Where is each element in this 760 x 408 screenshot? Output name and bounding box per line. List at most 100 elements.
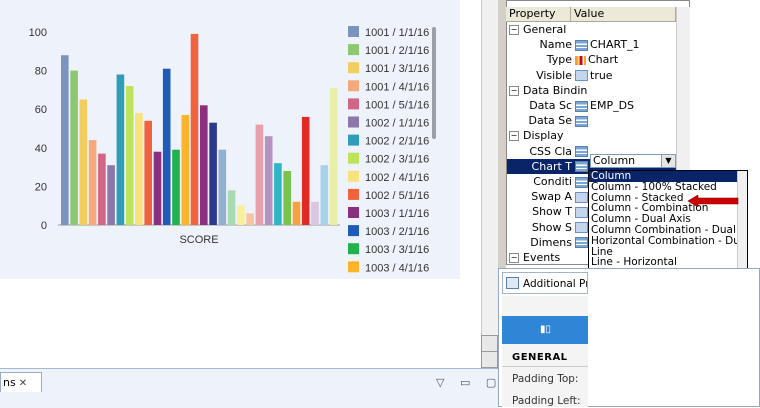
chart-bar[interactable]	[190, 33, 199, 226]
chart-bar[interactable]	[311, 201, 319, 225]
chart-bar[interactable]	[301, 116, 310, 225]
legend-swatch	[348, 26, 359, 37]
collapse-icon[interactable]: −	[509, 131, 519, 142]
chart-bar[interactable]	[135, 113, 143, 225]
chart-bar[interactable]	[329, 88, 338, 225]
legend-swatch	[348, 116, 359, 128]
property-icon	[575, 100, 588, 112]
scroll-down-button[interactable]	[481, 335, 498, 352]
bottom-tab-label: ns	[3, 376, 16, 389]
property-row[interactable]: Name CHART_1	[507, 37, 676, 52]
legend-entry: 1003 / 4/1/16	[365, 262, 429, 274]
legend-entry: 1001 / 1/1/16	[365, 27, 429, 39]
chart-bar[interactable]	[264, 136, 273, 225]
chart-bar[interactable]	[172, 149, 180, 225]
chart-bar[interactable]	[218, 149, 227, 225]
chart-type-option[interactable]: Horizontal Combination - Dual Axis	[589, 235, 747, 247]
chart-bar[interactable]	[209, 122, 217, 225]
properties-icon	[506, 277, 519, 289]
chart-bar[interactable]	[162, 68, 171, 225]
chart-bar[interactable]	[107, 165, 115, 225]
chart-bar[interactable]	[237, 205, 245, 225]
chart-bar[interactable]	[153, 151, 162, 225]
bottom-view-tab[interactable]: ns ✕	[0, 372, 42, 392]
property-category[interactable]: − Data Bindin	[507, 83, 678, 98]
property-category[interactable]: − General	[507, 22, 678, 37]
chart-bar[interactable]	[255, 124, 264, 225]
property-value[interactable]: true	[575, 68, 613, 83]
chart-bar[interactable]	[61, 55, 69, 226]
property-label: Display	[523, 129, 564, 143]
property-label: Chart T	[531, 159, 572, 173]
chart-bar[interactable]	[200, 105, 208, 225]
chart-type-combo[interactable]: Column ▼	[590, 154, 676, 168]
chart-bar[interactable]	[283, 171, 291, 225]
legend-swatch	[348, 188, 359, 200]
legend-swatch	[348, 207, 359, 218]
chart-bar[interactable]	[88, 140, 97, 225]
chart-type-option[interactable]: Column - 100% Stacked	[589, 181, 747, 193]
chart-bar[interactable]	[144, 120, 152, 225]
editor-vertical-scrollbar[interactable]	[481, 0, 499, 368]
chart-bar[interactable]	[274, 163, 282, 225]
property-category[interactable]: − Display	[507, 128, 678, 143]
property-value[interactable]: EMP_DS	[575, 98, 634, 113]
chart-bar[interactable]	[292, 201, 301, 225]
legend-entry: 1002 / 2/1/16	[365, 136, 429, 148]
scroll-end-button[interactable]	[481, 351, 498, 368]
chart-bar[interactable]	[125, 86, 134, 225]
legend-swatch	[348, 98, 359, 110]
chart-bar[interactable]	[181, 115, 190, 225]
y-tick-label: 60	[35, 104, 47, 116]
legend-swatch	[348, 261, 359, 273]
property-icon	[575, 237, 588, 249]
chart-bar[interactable]	[227, 190, 236, 225]
checkbox-icon	[575, 70, 588, 82]
chart-bar[interactable]	[116, 74, 125, 226]
property-label: Data Se	[528, 114, 572, 128]
close-icon[interactable]: ✕	[19, 378, 27, 389]
checkbox-icon	[575, 222, 588, 234]
value-column-header[interactable]: Value	[571, 7, 676, 21]
property-value[interactable]	[575, 144, 590, 159]
legend-entry: 1001 / 5/1/16	[365, 99, 429, 111]
property-row[interactable]: Visible true	[507, 68, 676, 83]
chart-bar[interactable]	[98, 153, 106, 225]
chart-canvas[interactable]: 0 20 40 60 80 100 SCORE 1001 / 1/1/16 1001 / 2/1…	[0, 0, 460, 279]
legend-swatch	[348, 62, 359, 74]
legend-scrollbar[interactable]	[432, 27, 436, 139]
y-tick-label: 0	[41, 220, 47, 232]
property-row[interactable]: Data Sc EMP_DS	[507, 98, 676, 113]
property-value-text: CHART_1	[590, 38, 640, 52]
property-row[interactable]: Type Chart	[507, 52, 676, 67]
property-icon	[575, 161, 588, 173]
legend-swatch	[348, 225, 359, 237]
property-value[interactable]: Chart	[575, 52, 618, 67]
collapse-icon[interactable]: −	[509, 25, 519, 35]
collapse-icon[interactable]: −	[509, 85, 519, 96]
property-value-text: EMP_DS	[590, 99, 635, 112]
chart-icon	[575, 55, 586, 65]
legend-entry: 1002 / 5/1/16	[365, 190, 429, 202]
property-value[interactable]	[575, 113, 590, 128]
property-column-header[interactable]: Property	[506, 7, 571, 21]
property-label: Type	[546, 53, 572, 67]
chart-bar[interactable]	[70, 70, 78, 225]
padding-left-label: Padding Left:	[512, 395, 581, 407]
property-value[interactable]: CHART_1	[575, 37, 640, 52]
legend-entry: 1002 / 3/1/16	[365, 154, 429, 166]
property-icon	[575, 146, 588, 158]
chart-bar[interactable]	[320, 165, 329, 225]
view-controls[interactable]: ▽ ▭ ▢	[436, 376, 502, 389]
property-row[interactable]: Data Se	[507, 113, 676, 128]
property-label: General	[523, 23, 567, 36]
legend-entry: 1003 / 3/1/16	[365, 244, 429, 256]
chart-bar[interactable]	[79, 99, 88, 226]
legend-entry: 1002 / 4/1/16	[365, 172, 429, 184]
property-label: Data Sc	[529, 99, 572, 112]
chevron-down-icon[interactable]: ▼	[661, 155, 675, 167]
collapse-icon[interactable]: −	[509, 253, 519, 263]
property-icon	[575, 115, 588, 127]
chart-bar[interactable]	[246, 213, 254, 225]
y-tick-label: 80	[35, 66, 47, 78]
